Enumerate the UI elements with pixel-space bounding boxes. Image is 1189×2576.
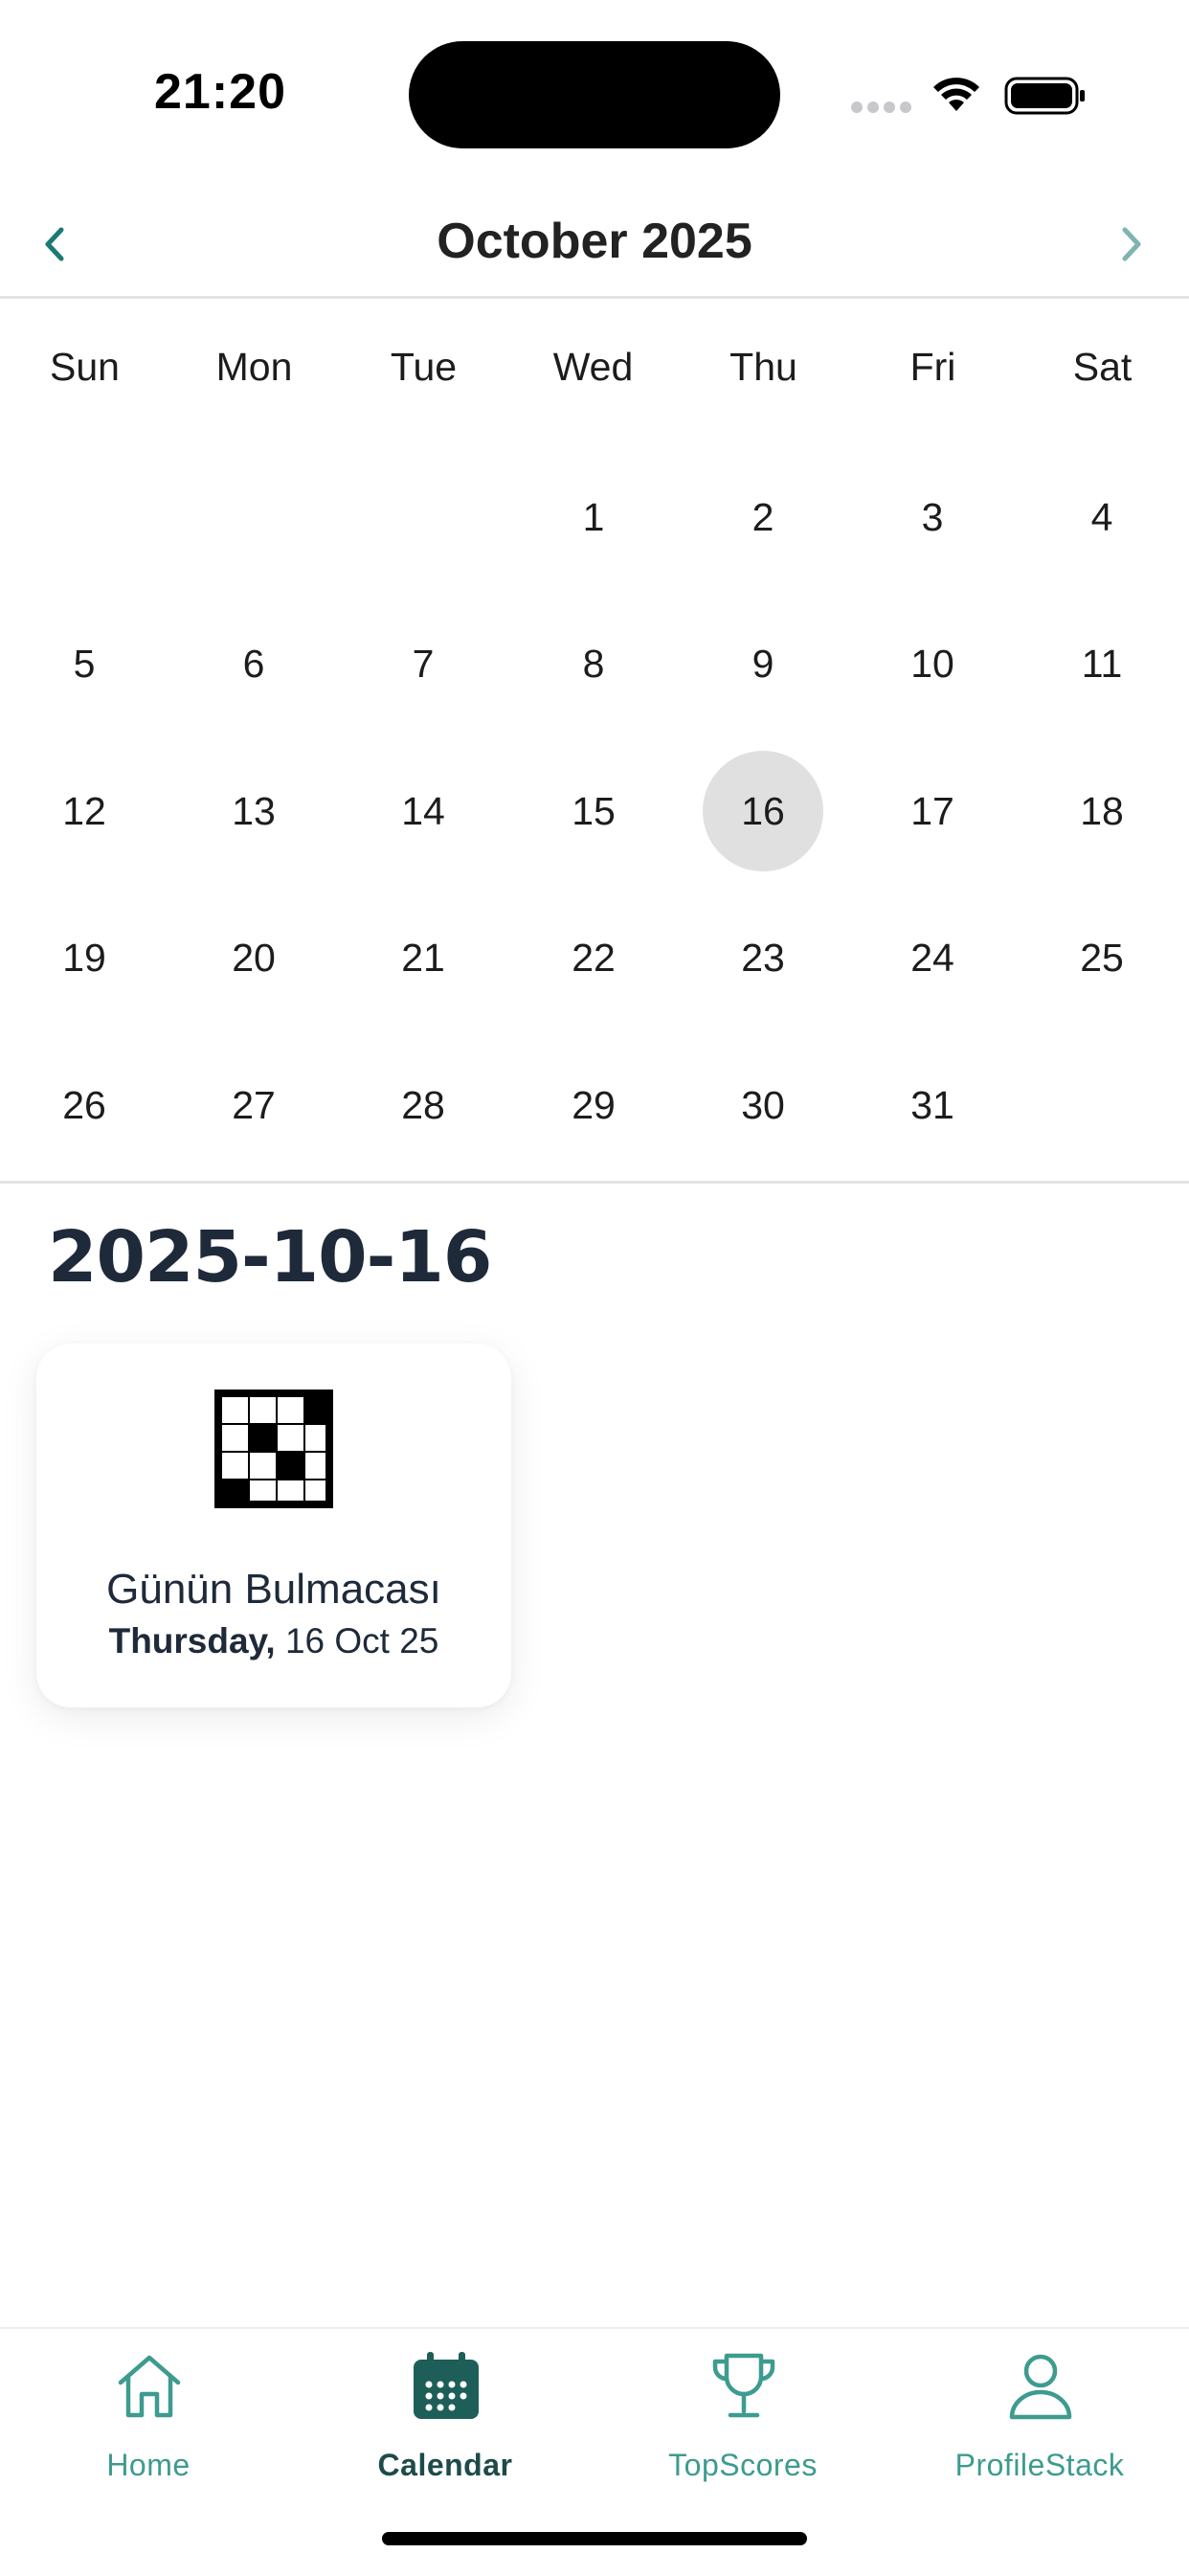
trophy-icon: [712, 2353, 775, 2418]
calendar-day[interactable]: 9: [703, 603, 823, 724]
status-bar: 21:20: [0, 0, 1189, 192]
weekday-label: Tue: [390, 345, 458, 389]
selected-date-heading: 2025-10-16: [48, 1216, 492, 1299]
calendar-day[interactable]: 6: [193, 603, 314, 724]
puzzle-date: Thursday, 16 Oct 25: [36, 1621, 511, 1661]
tab-label: Home: [106, 2448, 191, 2482]
calendar-day[interactable]: 18: [1042, 751, 1162, 871]
weekday-label: Sat: [1072, 345, 1133, 389]
weekday-label: Mon: [215, 345, 293, 389]
calendar-day[interactable]: 24: [872, 897, 993, 1018]
weekday-label: Thu: [729, 345, 797, 389]
calendar-day[interactable]: 7: [363, 603, 483, 724]
tab-profilestack[interactable]: ProfileStack: [891, 2350, 1188, 2494]
weekday-label: Fri: [909, 345, 956, 389]
calendar-divider: [0, 1181, 1189, 1184]
tab-topscores[interactable]: TopScores: [594, 2350, 891, 2494]
calendar-day[interactable]: 28: [363, 1045, 483, 1165]
calendar-day[interactable]: 5: [24, 603, 145, 724]
calendar-day[interactable]: 3: [872, 457, 993, 577]
tab-label: ProfileStack: [954, 2448, 1125, 2482]
calendar-day[interactable]: 13: [193, 751, 314, 871]
calendar-day[interactable]: 1: [533, 457, 654, 577]
calendar-day[interactable]: 30: [703, 1045, 823, 1165]
weekday-label: Wed: [552, 345, 634, 389]
calendar-day[interactable]: 31: [872, 1045, 993, 1165]
home-icon: [118, 2355, 181, 2418]
tab-label: Calendar: [377, 2448, 513, 2482]
tab-label: TopScores: [668, 2448, 818, 2482]
calendar-day[interactable]: 14: [363, 751, 483, 871]
calendar-day[interactable]: 20: [193, 897, 314, 1018]
calendar-day[interactable]: 4: [1042, 457, 1162, 577]
puzzle-date-value: 16 Oct 25: [284, 1621, 439, 1661]
calendar-day[interactable]: 22: [533, 897, 654, 1018]
puzzle-title: Günün Bulmacası: [106, 1566, 441, 1613]
cellular-signal-icon: [851, 102, 912, 113]
next-month-button[interactable]: [1098, 211, 1165, 278]
calendar-day[interactable]: 27: [193, 1045, 314, 1165]
calendar-day[interactable]: 26: [24, 1045, 145, 1165]
tab-calendar[interactable]: Calendar: [297, 2350, 594, 2494]
calendar-day[interactable]: 15: [533, 751, 654, 871]
status-time: 21:20: [154, 64, 286, 120]
calendar-icon: [414, 2352, 479, 2419]
weekday-label: Sun: [50, 345, 120, 389]
calendar-day[interactable]: 17: [872, 751, 993, 871]
calendar-day[interactable]: 19: [24, 897, 145, 1018]
calendar-day[interactable]: 11: [1042, 603, 1162, 724]
calendar-day[interactable]: 2: [703, 457, 823, 577]
calendar-day[interactable]: 8: [533, 603, 654, 724]
month-title: October 2025: [437, 214, 752, 269]
calendar-day[interactable]: 29: [533, 1045, 654, 1165]
tab-home[interactable]: Home: [0, 2350, 297, 2494]
puzzle-weekday: Thursday,: [108, 1621, 276, 1661]
calendar-day[interactable]: 12: [24, 751, 145, 871]
calendar-day[interactable]: 10: [872, 603, 993, 724]
daily-puzzle-card[interactable]: Günün Bulmacası Thursday, 16 Oct 25: [36, 1344, 511, 1707]
profile-icon: [1009, 2354, 1072, 2420]
calendar-day[interactable]: 23: [703, 897, 823, 1018]
home-indicator: [382, 2532, 807, 2545]
calendar-day[interactable]: 21: [363, 897, 483, 1018]
calendar-day-selected[interactable]: 16: [703, 751, 823, 871]
crossword-grid-icon: [214, 1390, 333, 1508]
header-divider: [0, 296, 1189, 299]
calendar-day[interactable]: 25: [1042, 897, 1162, 1018]
battery-icon: [1004, 77, 1085, 115]
wifi-icon: [933, 78, 979, 111]
dynamic-island: [409, 41, 780, 148]
month-header: October 2025: [0, 192, 1189, 297]
